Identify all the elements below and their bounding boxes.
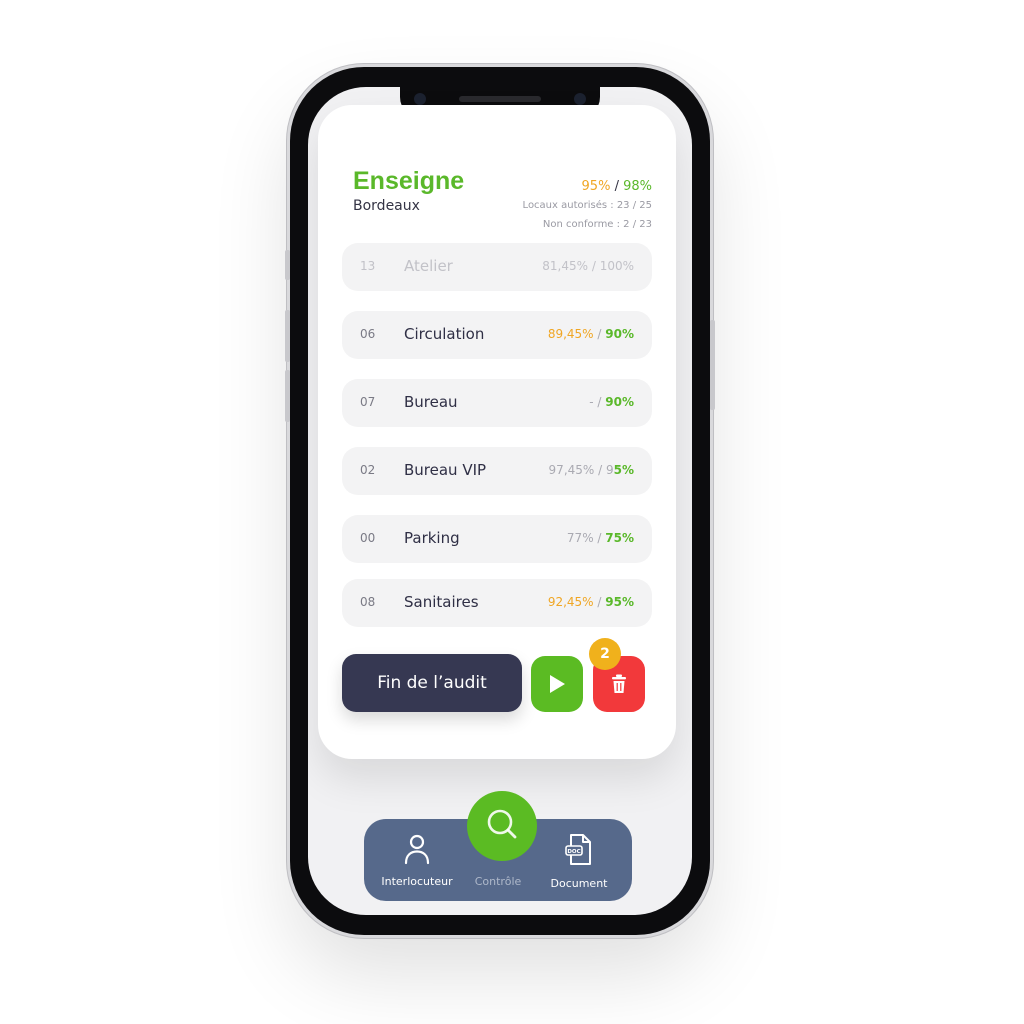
- front-camera: [414, 93, 426, 105]
- room-score-target: 90%: [605, 327, 634, 341]
- room-row-circulation[interactable]: 06 Circulation 89,45% / 90%: [342, 311, 652, 359]
- document-icon: DOC: [565, 834, 591, 865]
- play-button[interactable]: [531, 656, 583, 712]
- power-button: [710, 320, 715, 410]
- phone-screen: Enseigne Bordeaux 95% / 98% Locaux autor…: [308, 87, 692, 915]
- city-label: Bordeaux: [353, 198, 420, 214]
- room-score-current: 89,45%: [547, 327, 594, 341]
- locaux-count: Locaux autorisés : 23 / 25: [522, 200, 652, 211]
- play-icon: [550, 675, 565, 693]
- room-score-current: 81,45%: [542, 259, 589, 273]
- room-score-separator: /: [593, 327, 606, 341]
- nav-label: Contrôle: [474, 875, 522, 888]
- score-target: 98%: [623, 179, 652, 194]
- fin-audit-button[interactable]: Fin de l’audit: [342, 654, 522, 712]
- score-separator: /: [610, 179, 624, 194]
- room-name: Parking: [404, 529, 460, 547]
- nav-controle[interactable]: Contrôle: [453, 875, 543, 888]
- room-number: 07: [360, 395, 376, 409]
- volume-down-button: [285, 370, 290, 422]
- controle-search-button[interactable]: [467, 791, 537, 861]
- room-score: - / 90%: [589, 395, 634, 409]
- room-number: 00: [360, 531, 376, 545]
- room-row-sanitaires[interactable]: 08 Sanitaires 92,45% / 95%: [342, 579, 652, 627]
- nav-interlocuteur[interactable]: Interlocuteur: [372, 833, 462, 888]
- room-score-target: 100%: [599, 259, 634, 273]
- global-score: 95% / 98%: [582, 179, 652, 194]
- room-name: Atelier: [404, 257, 453, 275]
- nav-document[interactable]: DOC Document: [534, 833, 624, 890]
- room-score-current: 97,45%: [548, 463, 595, 477]
- room-score-current: 92,45%: [547, 595, 594, 609]
- room-name: Bureau VIP: [404, 461, 487, 479]
- room-score-target: 75%: [605, 531, 634, 545]
- pending-count-badge: 2: [589, 638, 621, 670]
- room-score: 97,45% / 95%: [549, 463, 634, 477]
- room-score-current: 77%: [566, 531, 594, 545]
- room-row-bureau-vip[interactable]: 02 Bureau VIP 97,45% / 95%: [342, 447, 652, 495]
- score-current: 95%: [581, 179, 611, 194]
- room-score-separator: /: [593, 595, 606, 609]
- search-icon: [487, 809, 517, 839]
- volume-up-button: [285, 310, 290, 362]
- room-score-separator: /: [588, 259, 600, 273]
- room-number: 08: [360, 595, 376, 609]
- room-score-separator: /: [593, 395, 606, 409]
- phone-frame: Enseigne Bordeaux 95% / 98% Locaux autor…: [285, 67, 715, 935]
- brand-title: Enseigne: [353, 167, 465, 195]
- room-score: 77% / 75%: [567, 531, 634, 545]
- doc-tag: DOC: [567, 849, 580, 855]
- room-name: Bureau: [404, 393, 458, 411]
- room-score: 92,45% / 95%: [548, 595, 634, 609]
- non-conforme-count: Non conforme : 2 / 23: [542, 219, 652, 230]
- mute-switch: [285, 250, 290, 280]
- room-score-target: 90%: [605, 395, 634, 409]
- nav-label: Document: [550, 877, 608, 890]
- room-score: 89,45% / 90%: [548, 327, 634, 341]
- room-row-atelier[interactable]: 13 Atelier 81,45% / 100%: [342, 243, 652, 291]
- room-number: 02: [360, 463, 376, 477]
- room-name: Sanitaires: [404, 593, 479, 611]
- user-icon: [404, 834, 430, 865]
- room-number: 13: [360, 259, 376, 273]
- sensor: [574, 93, 586, 105]
- earpiece-speaker: [459, 96, 541, 102]
- room-score-target: 95%: [605, 595, 634, 609]
- room-score-target: 5%: [613, 463, 634, 477]
- room-name: Circulation: [404, 325, 485, 343]
- room-number: 06: [360, 327, 376, 341]
- room-row-parking[interactable]: 00 Parking 77% / 75%: [342, 515, 652, 563]
- room-row-bureau[interactable]: 07 Bureau - / 90%: [342, 379, 652, 427]
- room-score-separator: / 9: [594, 463, 614, 477]
- nav-label: Interlocuteur: [381, 875, 453, 888]
- audit-card: Enseigne Bordeaux 95% / 98% Locaux autor…: [318, 105, 676, 759]
- room-score: 81,45% / 100%: [542, 259, 634, 273]
- room-score-separator: /: [593, 531, 606, 545]
